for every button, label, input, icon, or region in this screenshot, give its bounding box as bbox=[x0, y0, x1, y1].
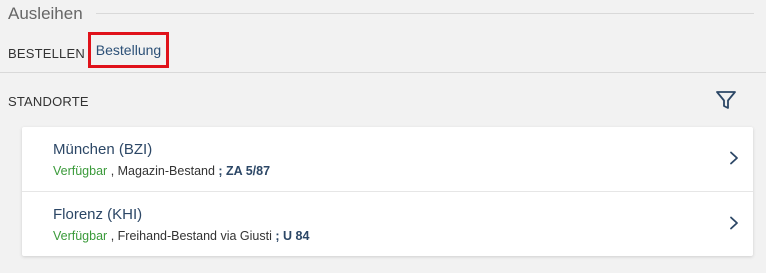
info-separator: , bbox=[107, 164, 118, 178]
availability-status: Verfügbar bbox=[53, 164, 108, 178]
location-info: Verfügbar , Freihand-Bestand via Giusti … bbox=[53, 229, 309, 243]
section-title-rule bbox=[96, 13, 754, 14]
collection-name: Magazin-Bestand bbox=[117, 164, 215, 178]
chevron-right-icon bbox=[730, 151, 738, 165]
order-link[interactable]: Bestellung bbox=[88, 32, 169, 68]
info-separator: , bbox=[107, 229, 118, 243]
call-number: ; U 84 bbox=[271, 229, 310, 243]
chevron-right-icon bbox=[730, 216, 738, 230]
section-title: Ausleihen bbox=[8, 4, 83, 23]
location-name: Florenz (KHI) bbox=[53, 206, 143, 223]
call-number: ; ZA 5/87 bbox=[214, 164, 271, 178]
collection-name: Freihand-Bestand via Giusti bbox=[117, 229, 272, 243]
location-info: Verfügbar , Magazin-Bestand ; ZA 5/87 bbox=[53, 164, 270, 178]
locations-label: STANDORTE bbox=[8, 94, 89, 109]
filter-icon bbox=[716, 91, 736, 109]
availability-status: Verfügbar bbox=[53, 229, 108, 243]
location-item-muenchen[interactable]: München (BZI) Verfügbar , Magazin-Bestan… bbox=[22, 127, 753, 191]
location-list: München (BZI) Verfügbar , Magazin-Bestan… bbox=[22, 127, 753, 256]
request-label: BESTELLEN bbox=[8, 46, 85, 61]
location-item-florenz[interactable]: Florenz (KHI) Verfügbar , Freihand-Besta… bbox=[22, 191, 753, 256]
location-name: München (BZI) bbox=[53, 141, 153, 158]
filter-button[interactable] bbox=[714, 88, 738, 112]
